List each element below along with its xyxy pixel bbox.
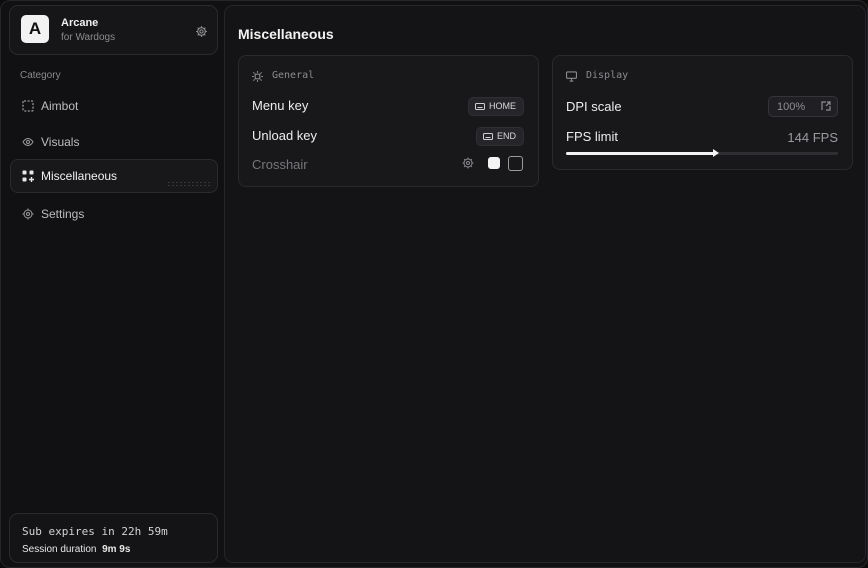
general-card: General Menu key HOME Unload key END Cro… bbox=[238, 55, 539, 187]
display-header-label: Display bbox=[586, 70, 629, 81]
slider-thumb[interactable] bbox=[712, 149, 719, 157]
category-label: Category bbox=[20, 70, 61, 81]
fps-limit-value: 144 FPS bbox=[787, 130, 838, 145]
dpi-scale-label: DPI scale bbox=[566, 99, 622, 114]
page-title: Miscellaneous bbox=[238, 26, 334, 42]
crosshair-checkbox[interactable] bbox=[508, 156, 523, 171]
dpi-scale-select[interactable]: 100% bbox=[768, 96, 838, 117]
slider-fill bbox=[566, 152, 716, 155]
keyboard-icon bbox=[475, 103, 485, 110]
session-duration-label: Session duration bbox=[22, 544, 97, 555]
crosshair-dashed-icon bbox=[22, 100, 34, 112]
unload-key-value: END bbox=[496, 131, 516, 141]
menu-key-value: HOME bbox=[489, 101, 516, 111]
menu-key-button[interactable]: HOME bbox=[468, 97, 524, 116]
active-indicator-dots bbox=[167, 181, 211, 187]
main-panel: Miscellaneous General Menu key HOME Unlo… bbox=[224, 5, 866, 563]
gear-icon[interactable] bbox=[462, 157, 474, 169]
app-title: Arcane bbox=[61, 17, 99, 29]
monitor-icon bbox=[566, 71, 577, 82]
fps-limit-slider[interactable] bbox=[566, 149, 838, 157]
sidebar-item-settings[interactable]: Settings bbox=[10, 197, 218, 231]
dpi-scale-value: 100% bbox=[777, 101, 806, 113]
app-window: A Arcane for Wardogs Category Aimbot Vis… bbox=[0, 0, 868, 568]
app-logo: A bbox=[21, 15, 49, 43]
menu-key-label: Menu key bbox=[252, 98, 309, 113]
gear-icon[interactable] bbox=[195, 25, 208, 38]
sidebar-item-visuals[interactable]: Visuals bbox=[10, 125, 218, 159]
brand-card: A Arcane for Wardogs bbox=[9, 5, 218, 55]
session-info-card: Sub expires in 22h 59m Session duration … bbox=[9, 513, 218, 563]
display-card: Display DPI scale 100% FPS limit 144 FPS bbox=[552, 55, 853, 170]
subscription-expiry: Sub expires in 22h 59m bbox=[22, 525, 168, 538]
session-duration: Session duration 9m 9s bbox=[22, 544, 130, 555]
sidebar-item-label: Visuals bbox=[41, 135, 80, 149]
sidebar-item-label: Aimbot bbox=[41, 99, 79, 113]
general-header-label: General bbox=[272, 70, 315, 81]
crosshair-color-swatch[interactable] bbox=[488, 157, 500, 169]
fps-limit-label: FPS limit bbox=[566, 129, 618, 144]
session-duration-value: 9m 9s bbox=[102, 544, 131, 555]
sidebar-item-label: Miscellaneous bbox=[41, 169, 118, 183]
sidebar: A Arcane for Wardogs Category Aimbot Vis… bbox=[1, 1, 223, 567]
eye-icon bbox=[22, 137, 34, 147]
sidebar-item-miscellaneous[interactable]: Miscellaneous bbox=[10, 159, 218, 193]
gear-icon bbox=[22, 208, 34, 220]
keyboard-icon bbox=[482, 133, 493, 140]
crosshair-label: Crosshair bbox=[252, 157, 308, 172]
expand-icon bbox=[821, 101, 831, 111]
unload-key-button[interactable]: END bbox=[475, 127, 524, 146]
app-subtitle: for Wardogs bbox=[61, 32, 116, 43]
grid-hash-icon bbox=[22, 170, 34, 182]
sidebar-item-aimbot[interactable]: Aimbot bbox=[10, 89, 218, 123]
sidebar-item-label: Settings bbox=[41, 207, 85, 221]
sun-icon bbox=[252, 71, 263, 82]
unload-key-label: Unload key bbox=[252, 128, 318, 143]
